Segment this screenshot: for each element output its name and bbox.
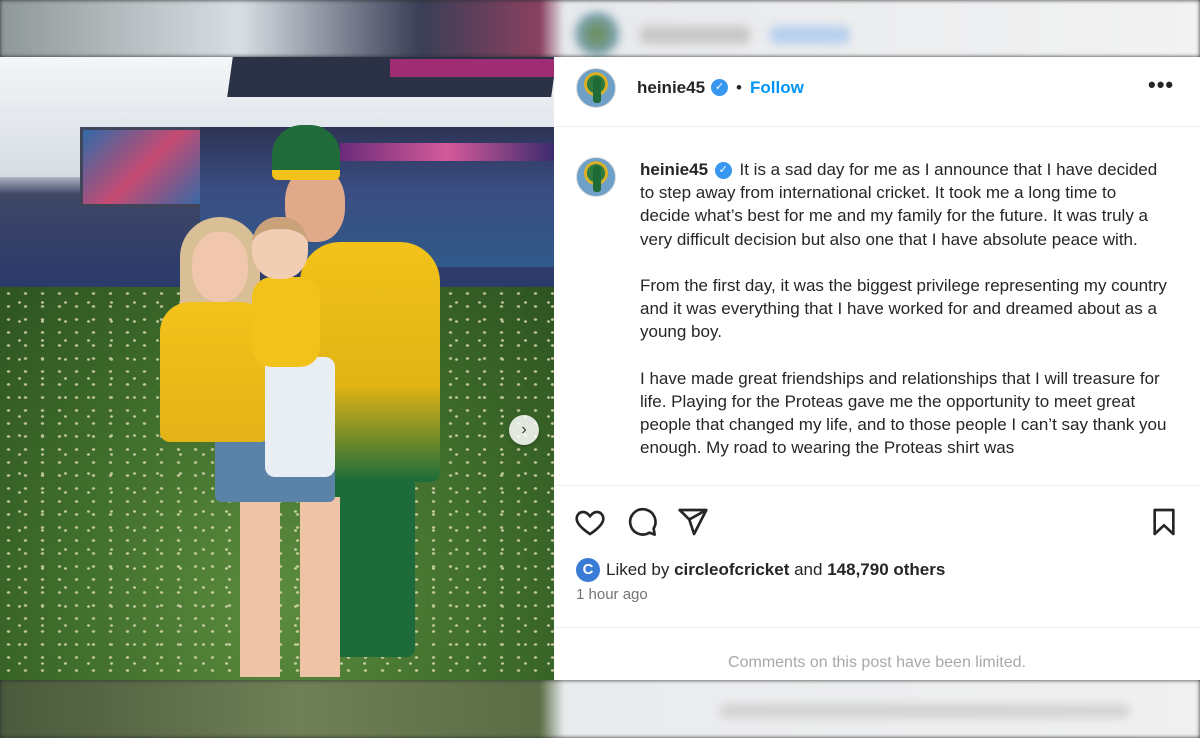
next-photo-button[interactable]: ›	[509, 415, 539, 445]
liker-avatar[interactable]: C	[576, 558, 600, 582]
paper-plane-icon[interactable]	[677, 506, 709, 538]
avatar-figure	[593, 77, 601, 103]
post-header: heinie45 ✓ • Follow •••	[554, 57, 1200, 127]
author-username[interactable]: heinie45	[637, 78, 705, 98]
author-avatar[interactable]	[576, 68, 616, 108]
heart-icon[interactable]	[574, 506, 606, 538]
comments-limited-notice: Comments on this post have been limited.	[554, 627, 1200, 672]
blurred-text	[720, 704, 1130, 718]
avatar-figure	[593, 166, 601, 192]
post-caption: heinie45 ✓ It is a sad day for me as I a…	[640, 158, 1170, 483]
blurred-avatar	[575, 12, 619, 56]
verified-badge-icon: ✓	[714, 162, 732, 180]
caption-paragraph: heinie45 ✓ It is a sad day for me as I a…	[640, 158, 1170, 251]
separator-dot: •	[736, 78, 742, 97]
post-photo[interactable]: ›	[0, 57, 554, 680]
caption-paragraph: From the first day, it was the biggest p…	[640, 276, 1167, 342]
bookmark-icon[interactable]	[1148, 506, 1180, 538]
caption-avatar[interactable]	[576, 157, 616, 197]
stadium-banner	[390, 59, 554, 77]
blurred-background-bottom	[0, 680, 1200, 738]
blurred-username	[640, 26, 750, 44]
caption-area: heinie45 ✓ It is a sad day for me as I a…	[554, 128, 1200, 485]
child-head	[252, 217, 308, 279]
caption-username[interactable]: heinie45	[640, 160, 708, 179]
child-figure	[252, 277, 320, 367]
caption-paragraph: I have made great friendships and relati…	[640, 368, 1167, 458]
verified-badge-icon: ✓	[711, 79, 728, 96]
man-cap	[272, 125, 340, 180]
more-options-icon[interactable]: •••	[1148, 74, 1174, 96]
post-timestamp[interactable]: 1 hour ago	[576, 586, 648, 603]
follow-button[interactable]: Follow	[750, 78, 804, 98]
likes-middle: and	[794, 560, 823, 579]
chevron-right-icon: ›	[521, 421, 527, 438]
blurred-background-top	[0, 0, 1200, 57]
comment-bubble-icon[interactable]	[626, 506, 658, 538]
stadium-screen	[80, 127, 208, 207]
woman-face	[192, 232, 248, 302]
final-banner	[340, 143, 554, 161]
action-bar	[554, 485, 1200, 555]
likes-summary: C Liked by circleofcricket and 148,790 o…	[576, 557, 945, 583]
child-legs	[265, 357, 335, 477]
post-panel: heinie45 ✓ • Follow ••• heinie45 ✓ It is…	[554, 57, 1200, 680]
blurred-follow	[770, 26, 850, 44]
liker-username[interactable]: circleofcricket	[674, 560, 789, 580]
woman-legs	[240, 497, 340, 677]
likes-prefix: Liked by	[606, 560, 670, 579]
likes-count[interactable]: 148,790 others	[827, 560, 945, 580]
